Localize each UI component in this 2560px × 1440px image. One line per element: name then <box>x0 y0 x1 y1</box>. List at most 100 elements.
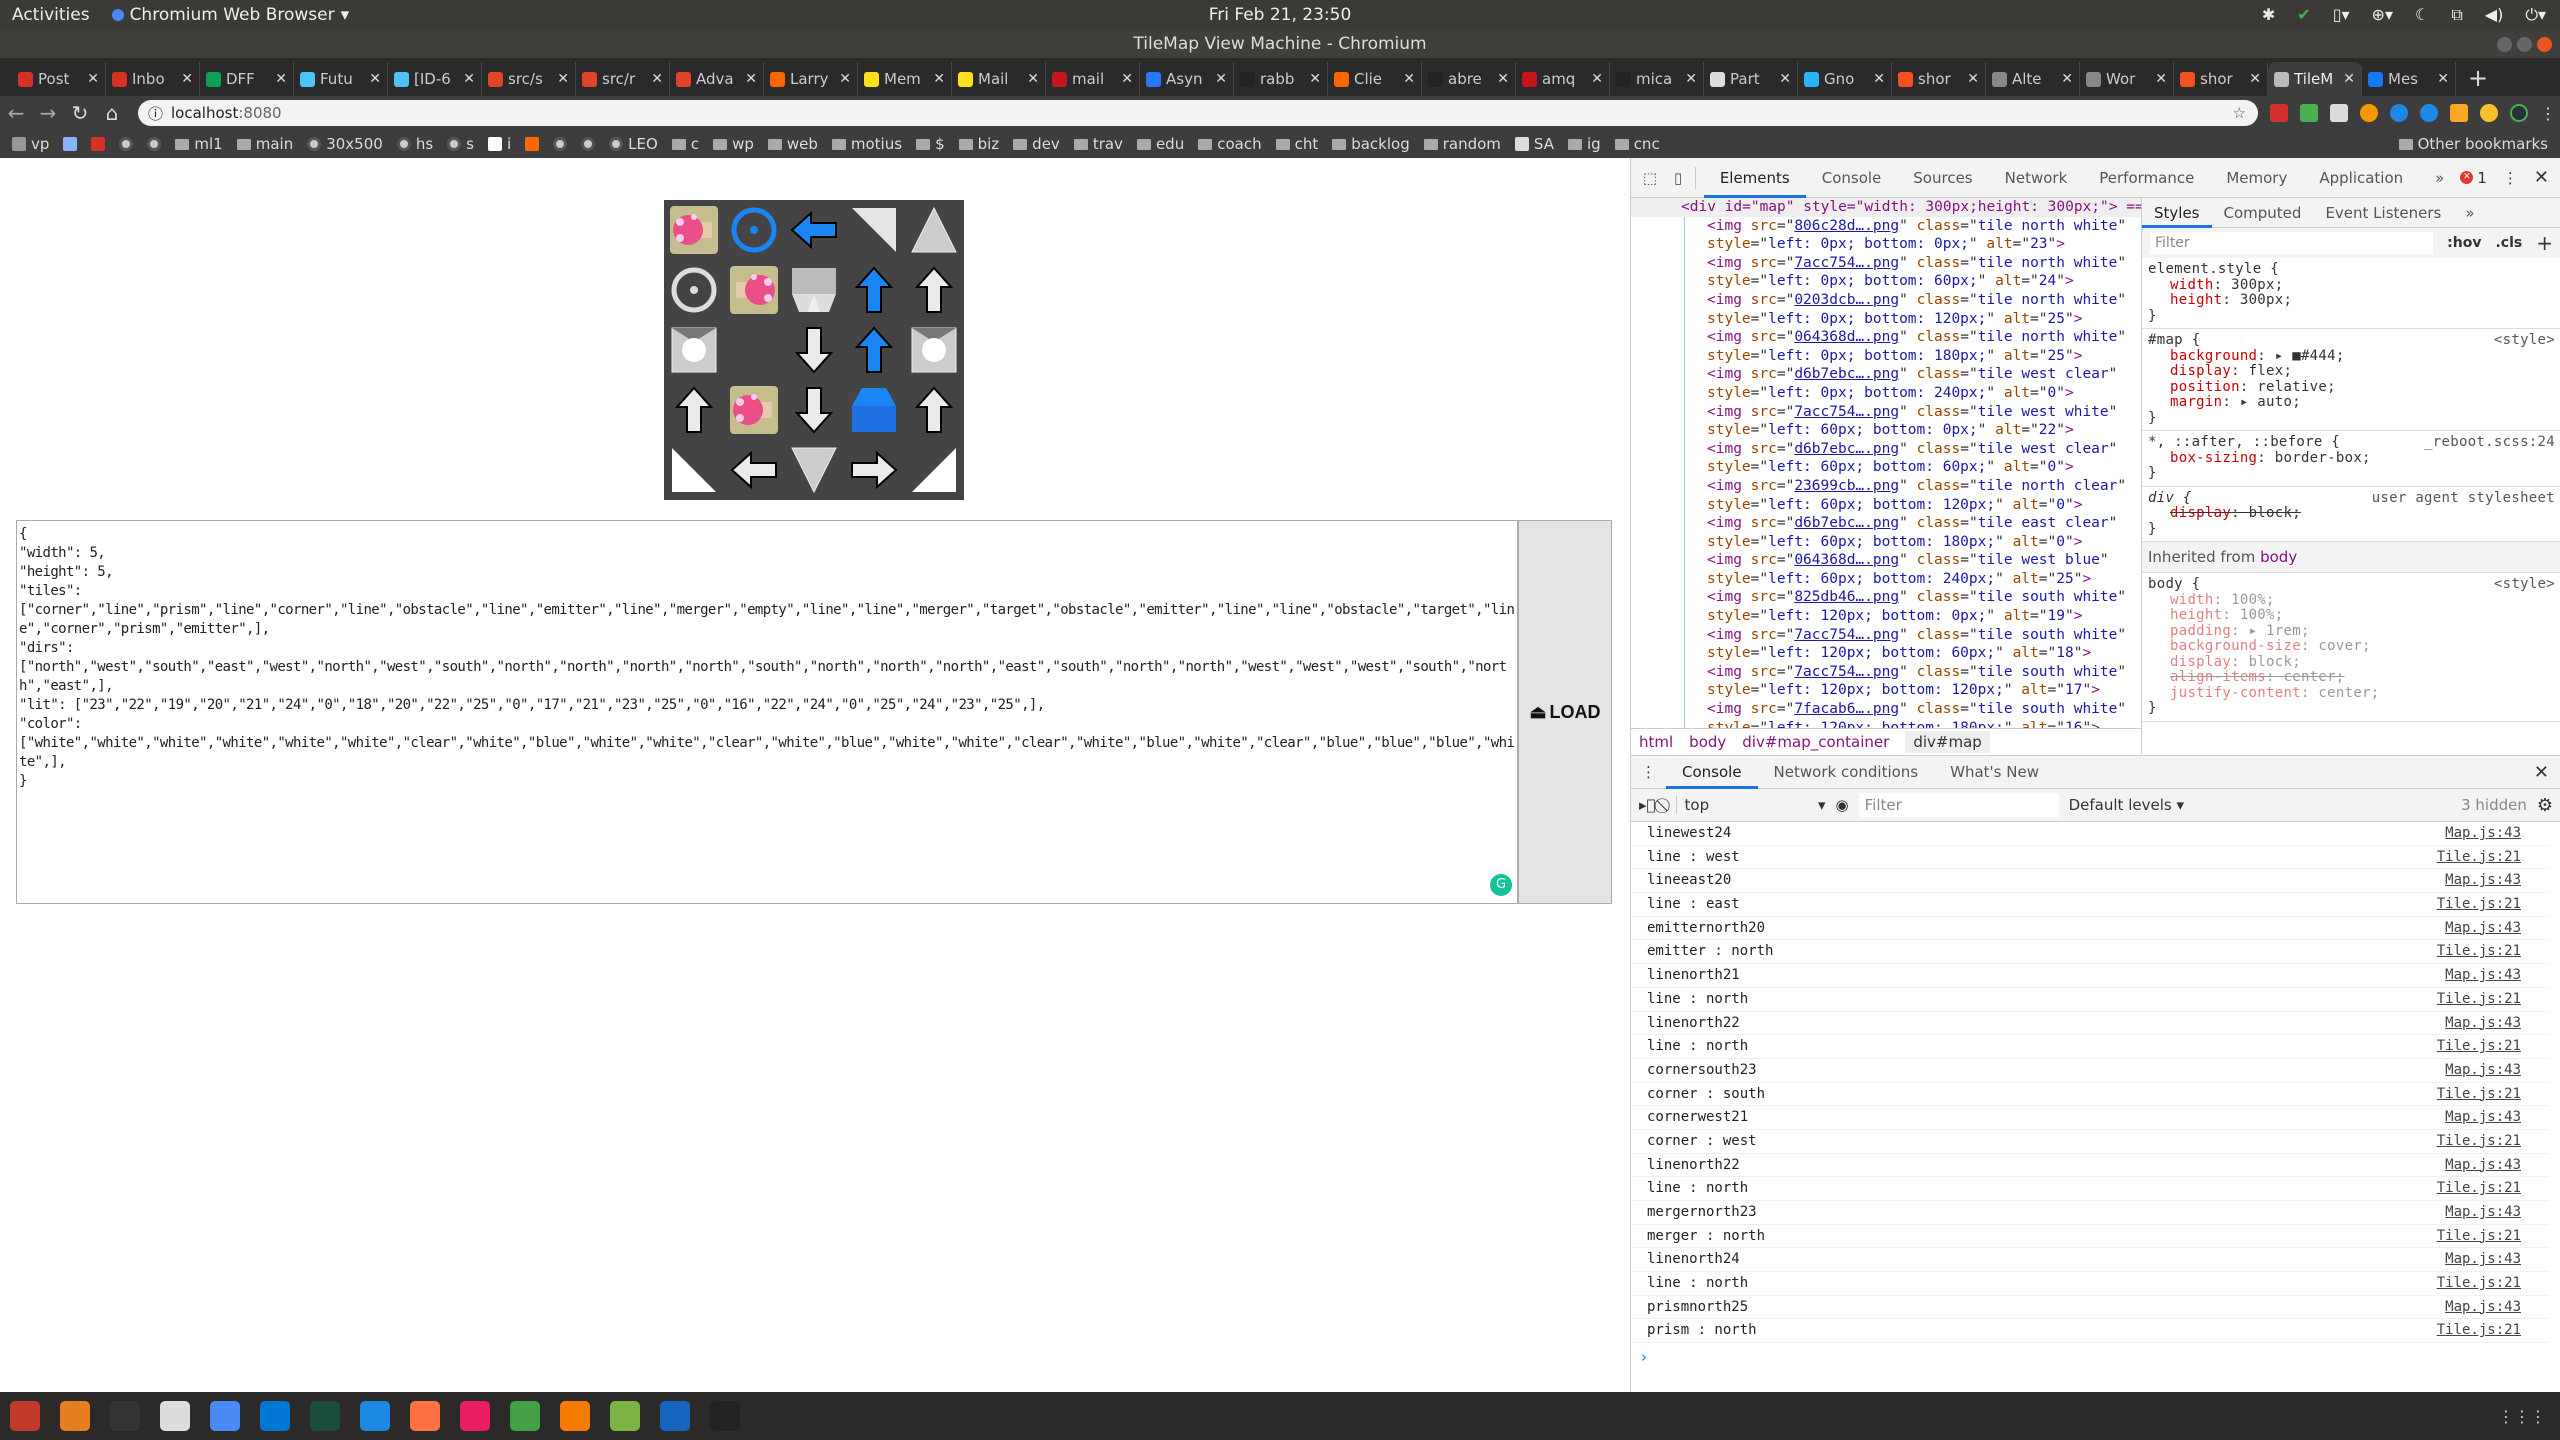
bookmark-item[interactable] <box>553 137 568 151</box>
more-tabs-icon[interactable]: » <box>2453 198 2486 228</box>
tab-mail[interactable]: mail ✕ <box>1046 62 1140 96</box>
img-src-link[interactable]: d6b7ebc….png <box>1794 366 1899 382</box>
tab-inbo[interactable]: Inbo ✕ <box>106 62 200 96</box>
img-src-link[interactable]: 7acc754….png <box>1794 627 1899 643</box>
tile-target[interactable] <box>724 260 784 320</box>
styles-filter-input[interactable]: Filter <box>2150 232 2434 254</box>
img-src-link[interactable]: 7acc754….png <box>1794 664 1899 680</box>
bookmark-item[interactable] <box>63 137 78 151</box>
close-tab-icon[interactable]: ✕ <box>2249 71 2261 87</box>
tile-line[interactable] <box>784 380 844 440</box>
close-tab-icon[interactable]: ✕ <box>745 71 757 87</box>
console-filter-input[interactable]: Filter <box>1858 793 2059 817</box>
bookmark-item[interactable]: dev <box>1013 135 1060 153</box>
dom-node[interactable]: <img src="0203dcb….png" class="tile nort… <box>1684 290 2141 329</box>
address-bar[interactable]: ⓘ localhost:8080 ☆ <box>138 100 2258 126</box>
dock-app-icon[interactable] <box>60 1401 90 1431</box>
css-property[interactable]: padding: ▸ 1rem; <box>2148 623 2555 640</box>
css-rule[interactable]: *, ::after, ::before {_reboot.scss:24 box… <box>2142 431 2560 487</box>
dom-node[interactable]: <img src="7acc754….png" class="tile sout… <box>1684 662 2141 701</box>
css-property[interactable]: width: 100%; <box>2148 592 2555 609</box>
source-link[interactable]: Map.js:43 <box>2445 1012 2521 1036</box>
bookmark-item[interactable]: s <box>447 135 474 153</box>
bookmark-item[interactable]: LEO <box>609 135 658 153</box>
inspect-element-icon[interactable]: ⬚ <box>1641 169 1659 187</box>
css-property[interactable]: background-size: cover; <box>2148 638 2555 655</box>
source-link[interactable]: Map.js:43 <box>2445 1296 2521 1320</box>
css-property[interactable]: display: block; <box>2148 654 2555 671</box>
img-src-link[interactable]: 825db46….png <box>1794 589 1899 605</box>
dock-app-icon[interactable] <box>510 1401 540 1431</box>
source-link[interactable]: Tile.js:21 <box>2437 1272 2521 1296</box>
dock-app-icon[interactable] <box>160 1401 190 1431</box>
close-tab-icon[interactable]: ✕ <box>369 71 381 87</box>
tile-line[interactable] <box>664 380 724 440</box>
source-link[interactable]: Tile.js:21 <box>2437 1130 2521 1154</box>
tile-emitter[interactable] <box>664 260 724 320</box>
tab-part[interactable]: Part ✕ <box>1704 62 1798 96</box>
tile-prism[interactable] <box>904 200 964 260</box>
css-property[interactable]: box-sizing: border-box; <box>2148 450 2555 467</box>
bookmark-item[interactable]: wp <box>713 135 754 153</box>
tile-prism[interactable] <box>784 440 844 500</box>
tab-mes[interactable]: Mes ✕ <box>2362 62 2456 96</box>
drawer-tab-what-s-new[interactable]: What's New <box>1934 755 2055 789</box>
close-tab-icon[interactable]: ✕ <box>181 71 193 87</box>
map-json-editor[interactable]: { "width": 5, "height": 5, "tiles": ["co… <box>16 520 1518 904</box>
drawer-tab-network-conditions[interactable]: Network conditions <box>1758 755 1935 789</box>
bookmark-item[interactable] <box>147 137 162 151</box>
rule-source[interactable]: <style> <box>2494 332 2555 349</box>
extension-icon[interactable] <box>2480 104 2498 122</box>
bookmark-item[interactable]: i <box>487 135 511 153</box>
close-tab-icon[interactable]: ✕ <box>839 71 851 87</box>
dom-node[interactable]: <img src="825db46….png" class="tile sout… <box>1684 588 2141 626</box>
img-src-link[interactable]: 7acc754….png <box>1794 404 1899 420</box>
extension-icon[interactable] <box>2270 104 2288 122</box>
bookmark-item[interactable] <box>525 137 540 151</box>
bookmark-item[interactable]: main <box>236 135 293 153</box>
tab-shor[interactable]: shor ✕ <box>2174 62 2268 96</box>
img-src-link[interactable]: 7facab6….png <box>1794 701 1899 717</box>
tile-line[interactable] <box>844 440 904 500</box>
source-link[interactable]: Tile.js:21 <box>2437 1035 2521 1059</box>
tab-larry[interactable]: Larry ✕ <box>764 62 858 96</box>
tab-elements[interactable]: Elements <box>1703 158 1806 198</box>
tab-console[interactable]: Console <box>1806 158 1898 198</box>
extension-icon[interactable] <box>2330 104 2348 122</box>
dock-app-icon[interactable] <box>410 1401 440 1431</box>
bookmark-item[interactable]: web <box>767 135 818 153</box>
source-link[interactable]: Tile.js:21 <box>2437 1225 2521 1249</box>
source-link[interactable]: Tile.js:21 <box>2437 846 2521 870</box>
grammarly-icon[interactable]: G <box>1490 874 1512 896</box>
bookmark-item[interactable] <box>581 137 596 151</box>
source-link[interactable]: Map.js:43 <box>2445 1248 2521 1272</box>
rule-source[interactable]: <style> <box>2494 576 2555 593</box>
dom-node[interactable]: <img src="7acc754….png" class="tile west… <box>1684 402 2141 440</box>
source-link[interactable]: Tile.js:21 <box>2437 893 2521 917</box>
tab-styles[interactable]: Styles <box>2142 198 2212 228</box>
bookmark-item[interactable]: cnc <box>1614 135 1660 153</box>
css-property[interactable]: margin: ▸ auto; <box>2148 394 2555 411</box>
home-button[interactable]: ⌂ <box>96 101 128 125</box>
tab-alte[interactable]: Alte ✕ <box>1986 62 2080 96</box>
elements-tree[interactable]: <div id="map" style="width: 300px;height… <box>1631 198 2141 728</box>
bookmark-item[interactable]: trav <box>1073 135 1123 153</box>
dock-app-icon[interactable] <box>110 1401 140 1431</box>
tile-line[interactable] <box>844 260 904 320</box>
dom-node[interactable]: <img src="7acc754….png" class="tile nort… <box>1684 253 2141 291</box>
inherited-from[interactable]: body <box>2260 548 2297 566</box>
close-tab-icon[interactable]: ✕ <box>1403 71 1415 87</box>
dom-node[interactable]: <img src="064368d….png" class="tile west… <box>1684 551 2141 589</box>
maximize-button[interactable] <box>2517 37 2532 52</box>
error-counter[interactable]: ✕ 1 <box>2460 169 2487 187</box>
tile-line[interactable] <box>784 200 844 260</box>
tab-asyn[interactable]: Asyn ✕ <box>1140 62 1234 96</box>
bookmark-item[interactable]: c <box>671 135 699 153</box>
close-tab-icon[interactable]: ✕ <box>933 71 945 87</box>
source-link[interactable]: Tile.js:21 <box>2437 988 2521 1012</box>
css-property[interactable]: background: ▸ ■#444; <box>2148 348 2555 365</box>
tile-line[interactable] <box>844 320 904 380</box>
tile-merger[interactable] <box>844 380 904 440</box>
extension-icon[interactable] <box>2420 104 2438 122</box>
settings-gear-icon[interactable]: ⚙ <box>2537 795 2553 816</box>
